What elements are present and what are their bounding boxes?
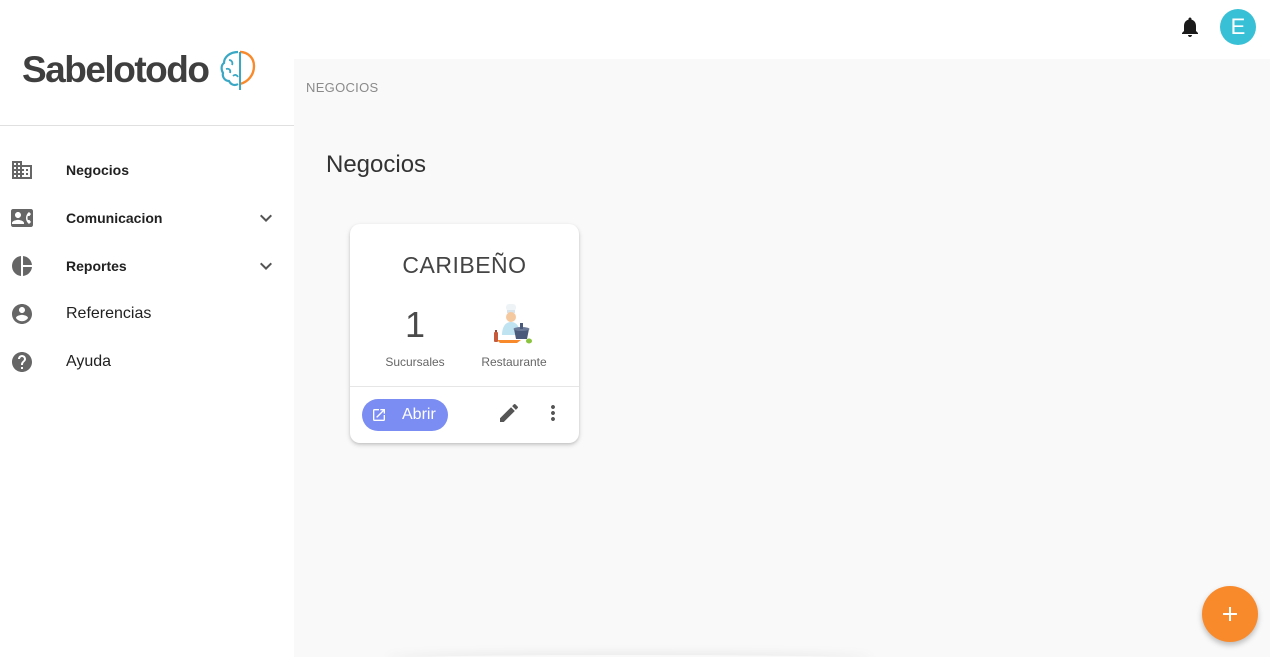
sidebar-divider — [0, 125, 294, 126]
open-button-label: Abrir — [402, 406, 436, 423]
sidebar-item-label: Reportes — [66, 258, 127, 274]
branches-label: Sucursales — [385, 355, 445, 369]
edit-icon[interactable] — [497, 401, 521, 425]
open-in-new-icon — [373, 409, 385, 421]
business-icon — [12, 161, 32, 179]
branches-count: 1 — [404, 304, 426, 345]
sidebar-item-label: Comunicacion — [66, 210, 163, 226]
chef-icon — [494, 304, 532, 344]
business-name: CARIBEÑO — [402, 252, 527, 278]
sidebar-item-label: Negocios — [66, 162, 130, 178]
pie-chart-icon — [12, 256, 32, 276]
sidebar: Sabelotodo Negocios Comunicacion Reporte… — [0, 0, 294, 657]
help-icon — [12, 352, 32, 372]
sidebar-item-referencias[interactable]: Referencias — [0, 290, 294, 338]
main-content: NEGOCIOS Negocios CARIBEÑO 1 Sucursales … — [294, 59, 1270, 657]
sidebar-item-label: Referencias — [66, 305, 152, 322]
sidebar-nav: Negocios Comunicacion Reportes Referenci… — [0, 146, 294, 386]
sidebar-item-label: Ayuda — [66, 353, 112, 370]
business-card: CARIBEÑO 1 Sucursales Restaurante Abrir — [350, 224, 579, 443]
sidebar-item-comunicacion[interactable]: Comunicacion — [0, 194, 294, 242]
card-divider — [350, 386, 579, 387]
brain-logo-icon — [220, 50, 256, 90]
plus-icon — [1223, 607, 1237, 621]
breadcrumb: NEGOCIOS — [306, 80, 379, 95]
brand-name: Sabelotodo — [22, 49, 210, 90]
add-business-button[interactable] — [1202, 586, 1258, 642]
business-type-label: Restaurante — [481, 355, 547, 369]
sidebar-item-ayuda[interactable]: Ayuda — [0, 338, 294, 386]
chevron-down-icon[interactable] — [254, 254, 278, 278]
top-bar: E — [294, 0, 1270, 59]
logo[interactable]: Sabelotodo — [22, 46, 260, 94]
page-title: Negocios — [326, 151, 427, 178]
open-button[interactable]: Abrir — [362, 399, 448, 431]
more-vert-icon[interactable] — [541, 401, 565, 425]
contact-card-icon — [11, 209, 33, 227]
bell-icon[interactable] — [1178, 15, 1202, 39]
account-circle-icon — [12, 304, 32, 324]
sidebar-item-negocios[interactable]: Negocios — [0, 146, 294, 194]
avatar[interactable]: E — [1220, 9, 1256, 45]
chevron-down-icon[interactable] — [254, 206, 278, 230]
sidebar-item-reportes[interactable]: Reportes — [0, 242, 294, 290]
